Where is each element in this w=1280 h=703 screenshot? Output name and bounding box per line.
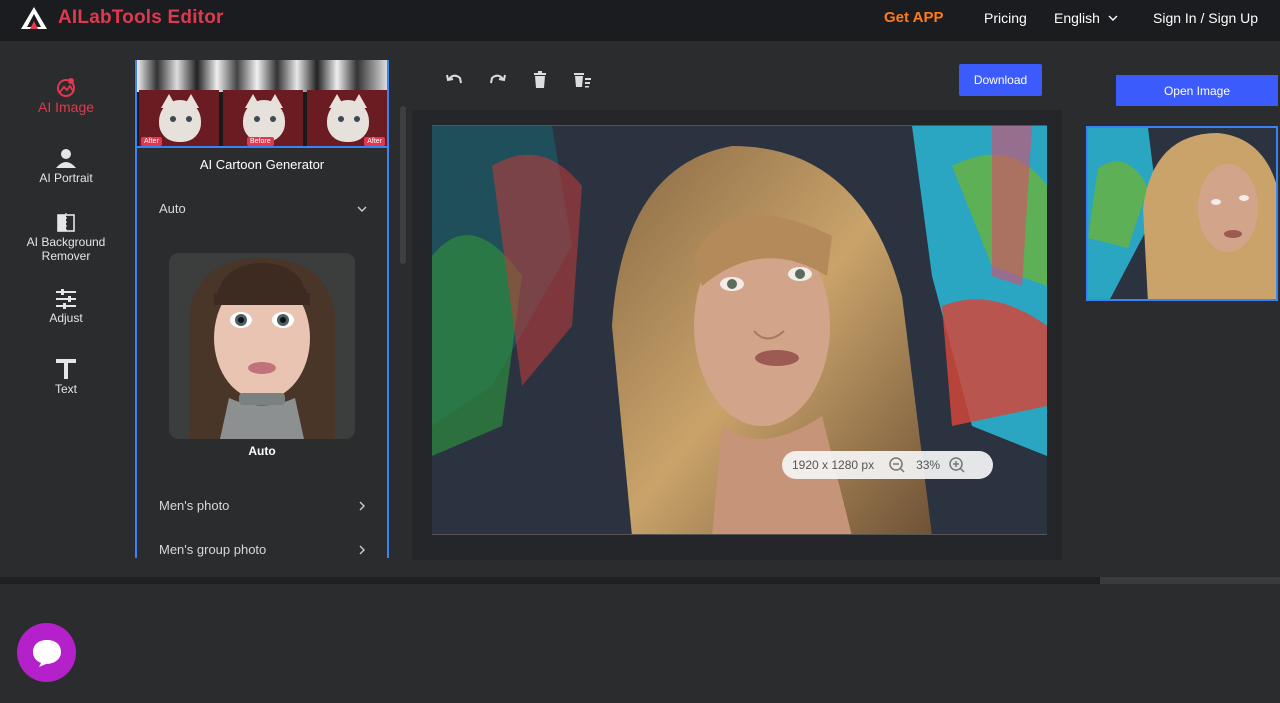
ai-image-icon [57, 78, 75, 97]
options-panel: After Before After AI Cartoon Generator … [135, 60, 389, 558]
scrollbar-thumb[interactable] [0, 577, 1100, 584]
clear-all-icon[interactable] [572, 70, 592, 90]
rail-item-ai-image[interactable]: AI Image [0, 76, 132, 114]
tool-rail: AI Image AI Portrait AI Background Remov… [0, 41, 132, 577]
person-icon [56, 149, 76, 168]
chevron-down-icon [357, 206, 367, 212]
banner-tag: After [141, 137, 162, 146]
zoom-out-icon[interactable] [888, 456, 906, 474]
chevron-right-icon [359, 545, 365, 554]
horizontal-scrollbar[interactable] [0, 577, 1280, 584]
rail-label: AI Image [37, 99, 95, 115]
language-select[interactable]: English [1054, 10, 1118, 26]
chevron-down-icon [1108, 15, 1118, 21]
rail-item-adjust[interactable]: Adjust [0, 289, 132, 325]
rail-label: Adjust [49, 311, 83, 325]
category-row[interactable]: Men's group photo [159, 542, 367, 557]
image-dimensions: 1920 x 1280 px [792, 458, 875, 472]
style-select-value: Auto [159, 201, 186, 216]
preview-photo [1088, 128, 1276, 299]
rail-label-line2: Remover [41, 249, 91, 263]
logo[interactable]: AILabTools Editor [20, 6, 224, 30]
rail-item-ai-portrait[interactable]: AI Portrait [0, 147, 132, 185]
editor-toolbar [432, 62, 1048, 98]
style-select[interactable]: Auto [159, 201, 367, 216]
style-thumbnail[interactable] [169, 253, 355, 439]
get-app-link[interactable]: Get APP [884, 9, 943, 26]
sign-in-link[interactable]: Sign In / Sign Up [1153, 10, 1258, 26]
open-image-button[interactable]: Open Image [1116, 75, 1278, 106]
zoom-bar: 1920 x 1280 px 33% [782, 451, 993, 479]
cartoon-banner: After Before After [137, 60, 387, 148]
pricing-link[interactable]: Pricing [984, 10, 1027, 26]
category-row[interactable]: Men's photo [159, 498, 367, 513]
zoom-in-icon[interactable] [948, 456, 966, 474]
chevron-right-icon [359, 501, 365, 510]
panel-scrollbar[interactable] [400, 106, 406, 264]
top-bar: AILabTools Editor Get APP Pricing Englis… [0, 0, 1280, 41]
category-label: Men's photo [159, 498, 230, 513]
download-button[interactable]: Download [959, 64, 1042, 96]
undo-icon[interactable] [444, 70, 464, 90]
rail-item-text[interactable]: Text [0, 358, 132, 396]
banner-tag: Before [247, 137, 274, 146]
text-icon [56, 359, 76, 379]
redo-icon[interactable] [488, 70, 508, 90]
chat-bubble-icon [32, 639, 61, 667]
rail-label: AI Portrait [39, 171, 93, 185]
cat-thumbnail: Before [223, 90, 303, 146]
rail-item-ai-background-remover[interactable]: AI Background Remover [0, 213, 132, 263]
delete-icon[interactable] [530, 70, 550, 90]
rail-label: Text [54, 382, 77, 396]
cartoon-portrait-image [169, 253, 355, 439]
image-preview-thumbnail[interactable] [1086, 126, 1278, 301]
category-label: Men's group photo [159, 542, 267, 557]
chat-button[interactable] [17, 623, 76, 682]
rail-label-line1: AI Background [26, 235, 106, 249]
banner-photo-strip [137, 60, 387, 92]
zoom-level: 33% [916, 458, 941, 472]
cat-thumbnail: After [139, 90, 219, 146]
background-remover-icon [57, 213, 75, 233]
panel-title: AI Cartoon Generator [199, 157, 325, 172]
language-label: English [1054, 10, 1100, 26]
logo-icon [21, 7, 47, 29]
thumbnail-caption: Auto [248, 444, 276, 458]
banner-tag: After [364, 137, 385, 146]
logo-text: AILabTools Editor [58, 7, 224, 28]
sliders-icon [56, 289, 76, 309]
cat-thumbnail: After [307, 90, 387, 146]
